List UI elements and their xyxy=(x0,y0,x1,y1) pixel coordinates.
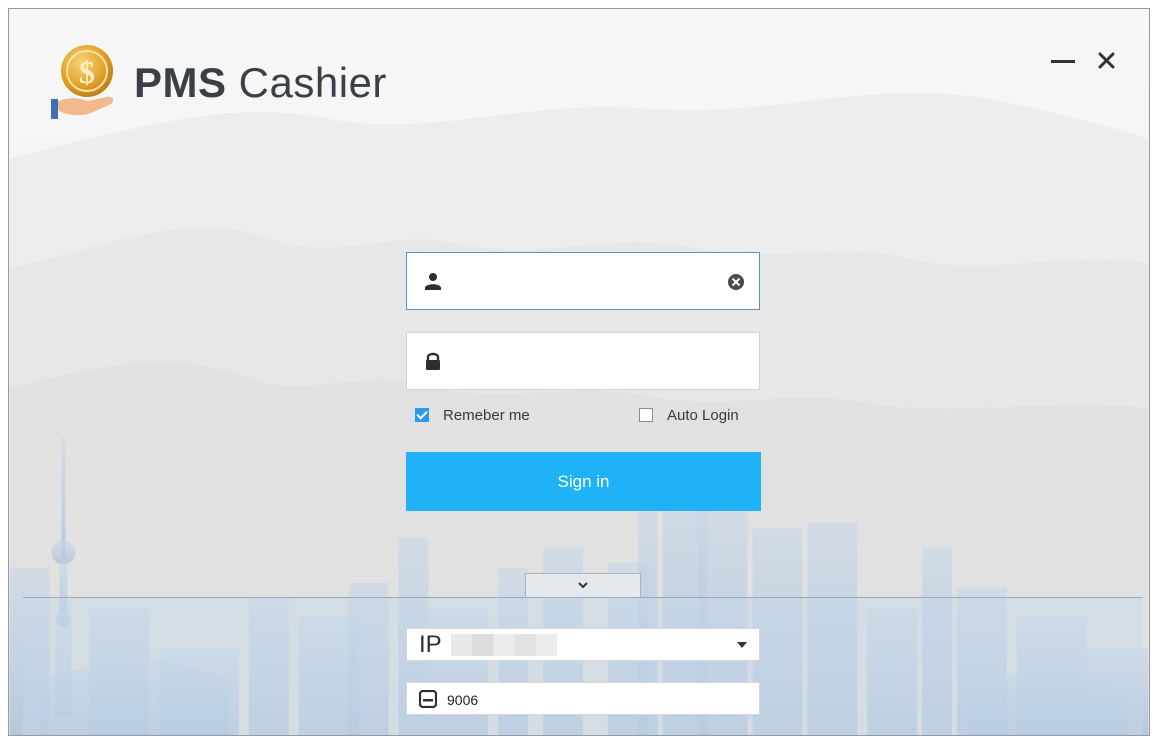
sign-in-button[interactable]: Sign in xyxy=(406,452,761,511)
ip-dropdown[interactable]: IP xyxy=(406,628,760,661)
login-window: $ PMS Cashier Remeber me Auto Login Sign… xyxy=(8,8,1150,736)
auto-login-check-box[interactable] xyxy=(639,408,653,422)
port-field[interactable] xyxy=(406,682,760,715)
expand-settings-button[interactable] xyxy=(525,573,641,597)
close-icon xyxy=(1098,52,1115,69)
port-icon xyxy=(419,690,437,708)
logo-icon: $ xyxy=(51,45,114,119)
minimize-button[interactable] xyxy=(1049,47,1077,75)
ip-label: IP xyxy=(419,631,442,658)
port-input[interactable] xyxy=(445,687,749,713)
clear-circle-icon[interactable] xyxy=(727,273,745,291)
password-input[interactable] xyxy=(455,343,719,381)
remember-me-checkbox[interactable]: Remeber me xyxy=(415,405,530,425)
user-icon xyxy=(425,273,441,290)
close-button[interactable] xyxy=(1093,47,1121,75)
lock-icon xyxy=(426,352,440,370)
remember-me-label: Remeber me xyxy=(443,406,530,424)
password-field[interactable] xyxy=(406,332,760,390)
app-title-bold: PMS xyxy=(134,59,227,106)
minimize-icon xyxy=(1051,60,1075,63)
remember-me-check-box[interactable] xyxy=(415,408,429,422)
svg-text:$: $ xyxy=(79,54,95,90)
app-title: PMS Cashier xyxy=(134,59,387,107)
auto-login-checkbox[interactable]: Auto Login xyxy=(639,405,739,425)
chevron-down-icon xyxy=(578,582,588,589)
server-settings-panel xyxy=(23,597,1143,735)
auto-login-label: Auto Login xyxy=(667,406,739,424)
username-field[interactable] xyxy=(406,252,760,310)
username-input[interactable] xyxy=(455,263,719,301)
ip-value-masked xyxy=(451,634,557,656)
app-title-rest: Cashier xyxy=(226,59,387,106)
caret-down-icon xyxy=(737,642,747,648)
